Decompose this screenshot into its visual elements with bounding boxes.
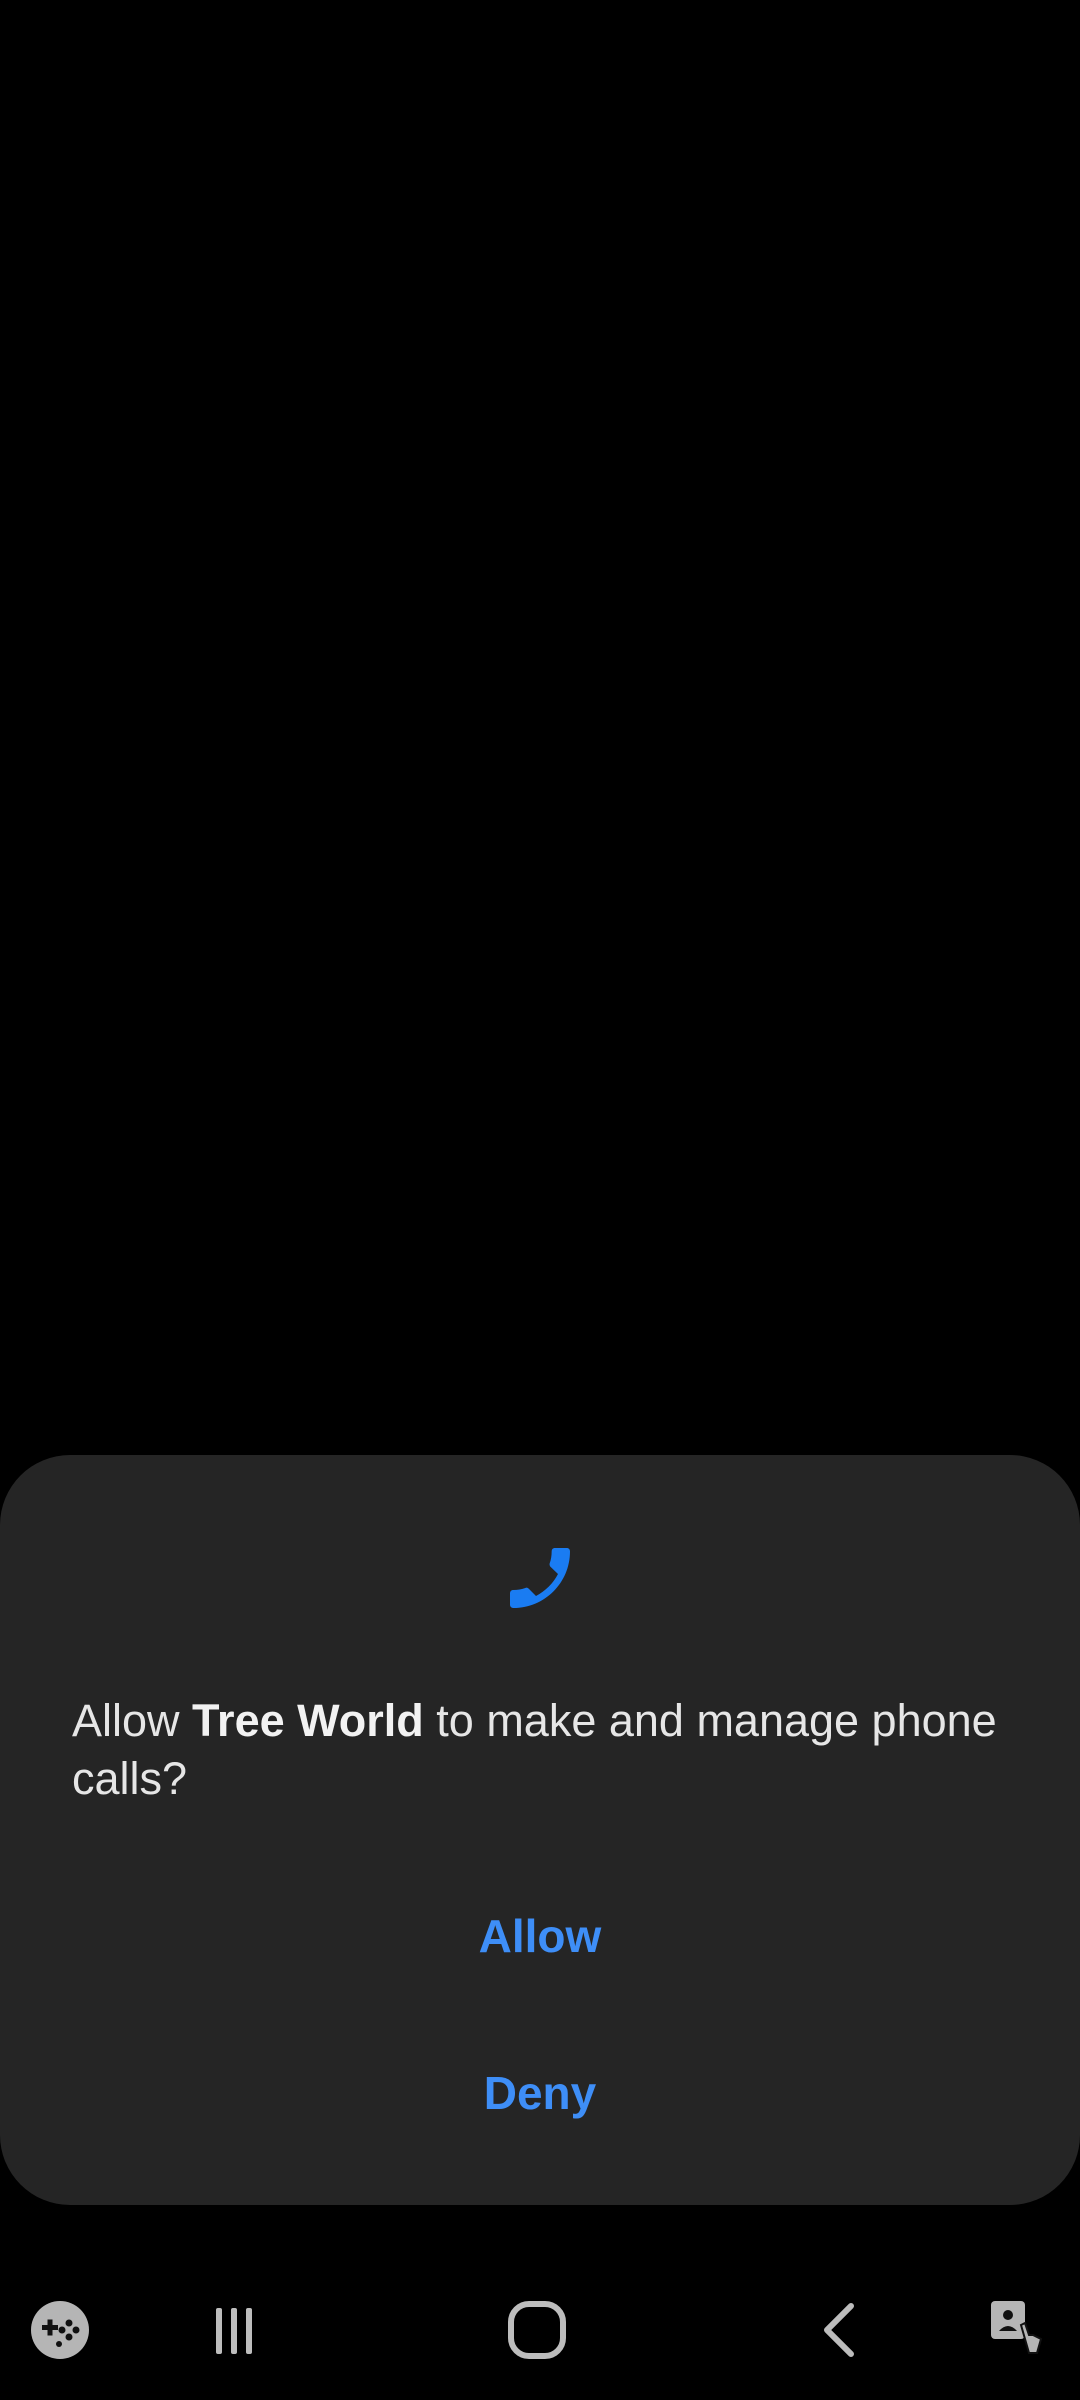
game-tools-button[interactable] (20, 2290, 100, 2370)
app-name: Tree World (192, 1695, 424, 1746)
back-icon (824, 2303, 854, 2357)
home-icon (508, 2301, 566, 2359)
dim-backdrop[interactable] (0, 0, 1080, 1455)
deny-button[interactable]: Deny (0, 2033, 1080, 2153)
dialog-message: Allow Tree World to make and manage phon… (72, 1692, 1012, 1808)
back-button[interactable] (801, 2290, 881, 2370)
phone-icon (500, 1538, 580, 1618)
accessibility-touch-icon (991, 2301, 1043, 2354)
allow-button-label: Allow (478, 1910, 602, 1962)
game-tools-icon (31, 2301, 89, 2359)
home-button[interactable] (497, 2290, 577, 2370)
deny-button-label: Deny (483, 2067, 597, 2119)
message-prefix: Allow (72, 1695, 193, 1746)
recent-apps-button[interactable] (194, 2290, 274, 2370)
recent-apps-icon (216, 2308, 252, 2354)
screen: Allow Tree World to make and manage phon… (0, 0, 1080, 2400)
allow-button[interactable]: Allow (0, 1876, 1080, 1996)
accessibility-touch-button[interactable] (976, 2290, 1056, 2370)
